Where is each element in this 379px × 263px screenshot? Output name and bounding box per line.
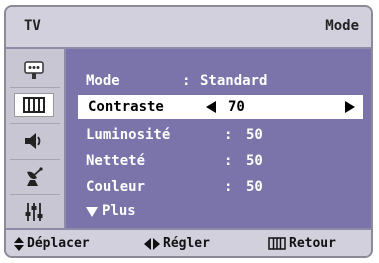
row-value: 70 [228,99,245,115]
setup-icon [25,203,43,221]
row-value: Standard [200,73,268,89]
menu-row-more[interactable]: Plus [78,199,363,223]
input-icon [24,61,44,79]
more-label: Plus [102,203,136,219]
adjust-label: Régler [163,236,210,251]
menu-title: Mode [325,18,359,34]
menu-row-sharpness[interactable]: Netteté : 50 [78,149,363,173]
arrow-down-icon [86,207,98,217]
row-value: 50 [246,179,263,195]
source-label: TV [24,18,41,34]
up-down-arrows-icon [14,236,24,251]
row-label: Luminosité [86,127,171,143]
move-label: Déplacer [27,236,90,251]
menu-row-color[interactable]: Couleur : 50 [78,175,363,199]
row-separator: : [224,127,233,143]
sidebar-divider [10,123,60,124]
sidebar-divider [10,87,60,88]
row-value: 50 [246,127,263,143]
footer-adjust-hint: Régler [144,236,210,251]
sidebar-item-channel[interactable] [14,165,54,189]
row-separator: : [182,73,191,89]
sound-icon [25,133,41,149]
sidebar-divider [10,159,60,160]
row-label: Contraste [88,99,164,115]
row-label: Couleur [86,179,146,195]
menu-row-brightness[interactable]: Luminosité : 50 [78,123,363,147]
menu-icon [268,237,286,250]
sidebar [6,49,66,228]
settings-panel: Mode : Standard Contraste 70 Luminosité … [66,49,371,228]
menu-row-mode[interactable]: Mode : Standard [78,69,363,93]
antenna-icon [27,167,43,186]
row-label: Netteté [86,153,146,169]
row-label: Mode [86,73,120,89]
picture-icon [23,97,45,113]
arrow-right-icon[interactable] [345,101,355,113]
sidebar-item-setup[interactable] [14,200,54,224]
menu-row-contrast[interactable]: Contraste 70 [78,95,363,119]
arrow-left-icon[interactable] [206,101,216,113]
footer-move-hint: Déplacer [14,236,90,251]
osd-menu-window: TV Mode Mode: Standard Contraste 70 Lum… [4,5,373,258]
sidebar-item-picture[interactable] [14,93,54,117]
footer-bar: Déplacer Régler Retour [6,230,371,256]
sidebar-item-sound[interactable] [14,129,54,153]
row-value: 50 [246,153,263,169]
sidebar-divider [10,194,60,195]
sidebar-item-input[interactable] [14,58,54,82]
row-separator: : [224,179,233,195]
row-separator: : [224,153,233,169]
return-label: Retour [289,236,336,251]
footer-return-hint: Retour [268,236,336,251]
left-right-arrows-icon [144,237,160,250]
header-bar: TV Mode [6,7,371,47]
